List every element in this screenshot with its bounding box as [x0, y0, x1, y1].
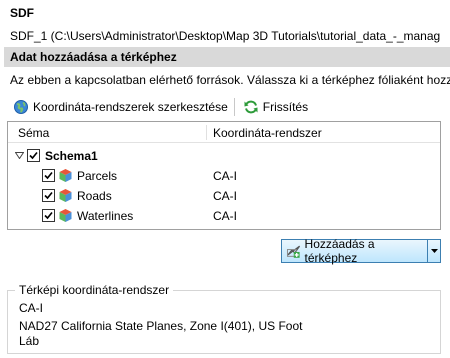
globe-icon: [14, 100, 28, 114]
connection-title: SDF: [10, 6, 34, 20]
check-icon: [44, 171, 53, 180]
layer-cube-icon: [59, 189, 72, 202]
refresh-icon: [244, 100, 258, 114]
map-coordinate-system-legend: Térképi koordináta-rendszer: [15, 283, 174, 297]
map-cs-code: CA-I: [19, 301, 43, 315]
layer-cube-icon: [59, 209, 72, 222]
layer-coordinate-system: CA-I: [213, 209, 237, 223]
layer-cube-icon: [59, 169, 72, 182]
add-options-dropdown[interactable]: [428, 240, 440, 262]
schema-label: Schema1: [45, 149, 98, 163]
layer-checkbox[interactable]: [42, 169, 55, 182]
check-icon: [44, 211, 53, 220]
chevron-down-icon: [430, 249, 438, 253]
map-coordinate-system-group: Térképi koordináta-rendszer CA-I NAD27 C…: [7, 283, 441, 354]
check-icon: [29, 151, 38, 160]
section-description: Az ebben a kapcsolatban elérhető forráso…: [10, 73, 450, 87]
add-to-map-label: Hozzáadás a térképhez: [304, 237, 375, 265]
layer-coordinate-system: CA-I: [213, 169, 237, 183]
layer-label: Parcels: [77, 169, 118, 183]
schema-tree[interactable]: Séma Koordináta-rendszer Schema1 Parcels…: [7, 121, 441, 230]
section-title-bar: Adat hozzáadása a térképhez: [4, 47, 450, 67]
edit-coordinate-systems-label: Koordináta-rendszerek szerkesztése: [33, 100, 228, 114]
check-icon: [44, 191, 53, 200]
refresh-label: Frissítés: [262, 100, 309, 114]
column-header-coordinate-system[interactable]: Koordináta-rendszer: [213, 126, 322, 140]
add-to-map-split-button[interactable]: Hozzáadás a térképhez: [281, 237, 441, 265]
tree-header: Séma Koordináta-rendszer: [8, 122, 440, 143]
layer-checkbox[interactable]: [42, 189, 55, 202]
map-cs-unit: Láb: [19, 334, 40, 348]
layer-checkbox[interactable]: [42, 209, 55, 222]
tree-row-layer[interactable]: Roads CA-I: [8, 186, 440, 206]
layer-label: Roads: [77, 189, 112, 203]
connection-path: SDF_1 (C:\Users\Administrator\Desktop\Ma…: [10, 29, 440, 43]
tree-row-layer[interactable]: Parcels CA-I: [8, 166, 440, 186]
tree-row-layer[interactable]: Waterlines CA-I: [8, 206, 440, 226]
column-separator[interactable]: [206, 125, 207, 140]
layer-coordinate-system: CA-I: [213, 189, 237, 203]
add-to-map-button[interactable]: Hozzáadás a térképhez: [282, 237, 427, 265]
toolbar: Koordináta-rendszerek szerkesztése Friss…: [10, 96, 311, 118]
expander-icon[interactable]: [15, 152, 24, 159]
tree-row-schema[interactable]: Schema1: [8, 146, 440, 166]
column-header-schema[interactable]: Séma: [18, 126, 49, 140]
toolbar-separator: [233, 98, 235, 116]
connection-header: SDF SDF_1 (C:\Users\Administrator\Deskto…: [0, 0, 450, 46]
layer-label: Waterlines: [77, 209, 134, 223]
refresh-button[interactable]: Frissítés: [240, 96, 311, 118]
schema-checkbox[interactable]: [27, 149, 40, 162]
edit-coordinate-systems-button[interactable]: Koordináta-rendszerek szerkesztése: [10, 96, 231, 118]
add-to-map-icon: [286, 245, 301, 258]
map-cs-description: NAD27 California State Planes, Zone I(40…: [19, 319, 303, 333]
